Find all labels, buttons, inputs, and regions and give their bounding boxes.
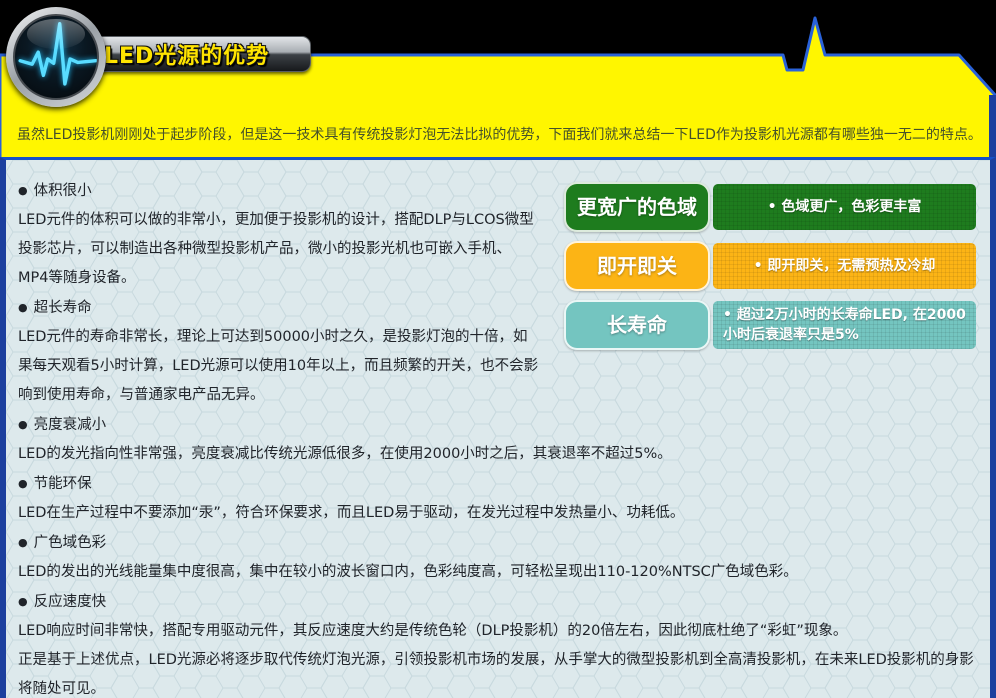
section-heading-text: 反应速度快 — [34, 594, 107, 610]
section-heading-text: 亮度衰减小 — [34, 417, 107, 433]
section-heading: ● 广色域色彩 — [18, 528, 976, 558]
pulse-icon — [6, 7, 106, 107]
box-label-long-life: 长寿命 — [564, 300, 710, 350]
bullet-icon: ● — [18, 301, 28, 314]
section-heading: ● 反应速度快 — [18, 587, 976, 617]
box-panel-instant-on: • 即开即关，无需预热及冷却 — [713, 243, 976, 289]
right-border-strip — [989, 95, 996, 157]
box-label-color-gamut: 更宽广的色域 — [564, 182, 710, 232]
section-body: LED响应时间非常快，搭配专用驱动元件，其反应速度大约是传统色轮（DLP投影机）… — [18, 617, 976, 646]
section-body: LED的发光指向性非常强，亮度衰减比传统光源低很多，在使用2000小时之后，其衰… — [18, 440, 976, 469]
conclusion-text: 正是基于上述优点，LED光源必将逐步取代传统灯泡光源，引领投影机市场的发展，从手… — [18, 646, 976, 698]
highlight-box-long-life: 长寿命 • 超过2万小时的长寿命LED, 在2000小时后衰退率只是5% — [564, 300, 976, 350]
text-flow: 更宽广的色域 • 色域更广，色彩更丰富 即开即关 • 即开即关，无需预热及冷却 … — [18, 176, 976, 698]
section-body: LED的发出的光线能量集中度很高，集中在较小的波长窗口内，色彩纯度高，可轻松呈现… — [18, 558, 976, 587]
box-panel-color-gamut: • 色域更广，色彩更丰富 — [713, 184, 976, 230]
title-banner: LED光源的优势 — [87, 36, 311, 72]
page-header: LED光源的优势 虽然LED投影机刚刚处于起步阶段，但是这一技术具有传统投影灯泡… — [0, 0, 996, 157]
section-heading-text: 广色域色彩 — [34, 535, 107, 551]
highlight-boxes: 更宽广的色域 • 色域更广，色彩更丰富 即开即关 • 即开即关，无需预热及冷却 … — [564, 182, 976, 350]
bullet-icon: ● — [18, 184, 28, 197]
highlight-box-color-gamut: 更宽广的色域 • 色域更广，色彩更丰富 — [564, 182, 976, 232]
bullet-icon: ● — [18, 536, 28, 549]
section-heading-text: 体积很小 — [34, 183, 92, 199]
bullet-icon: ● — [18, 477, 28, 490]
gloss-highlight — [27, 19, 84, 49]
bullet-icon: ● — [18, 595, 28, 608]
article-page: LED光源的优势 虽然LED投影机刚刚处于起步阶段，但是这一技术具有传统投影灯泡… — [0, 0, 996, 698]
highlight-box-instant-on: 即开即关 • 即开即关，无需预热及冷却 — [564, 241, 976, 291]
page-title: LED光源的优势 — [104, 38, 269, 70]
bullet-icon: ● — [18, 418, 28, 431]
section-heading-text: 超长寿命 — [34, 300, 92, 316]
section-body: LED在生产过程中不要添加“汞”，符合环保要求，而且LED易于驱动，在发光过程中… — [18, 499, 976, 528]
section-heading-text: 节能环保 — [34, 476, 92, 492]
box-panel-long-life: • 超过2万小时的长寿命LED, 在2000小时后衰退率只是5% — [713, 301, 976, 349]
intro-text: 虽然LED投影机刚刚处于起步阶段，但是这一技术具有传统投影灯泡无法比拟的优势，下… — [17, 125, 983, 145]
pulse-icon-face — [13, 14, 99, 100]
box-label-instant-on: 即开即关 — [564, 241, 710, 291]
section-heading: ● 节能环保 — [18, 469, 976, 499]
section-heading: ● 亮度衰减小 — [18, 410, 976, 440]
article-body: 更宽广的色域 • 色域更广，色彩更丰富 即开即关 • 即开即关，无需预热及冷却 … — [0, 157, 996, 698]
